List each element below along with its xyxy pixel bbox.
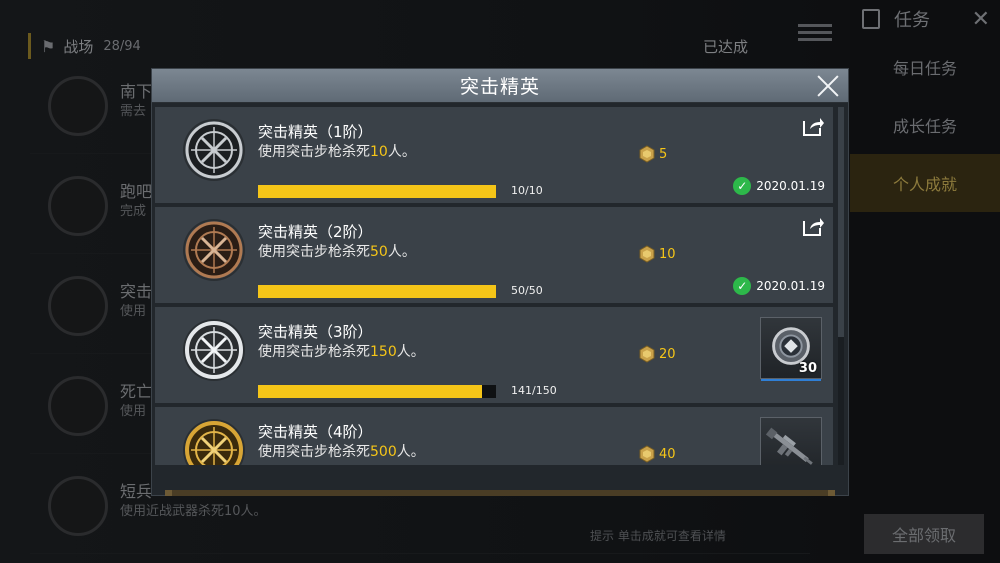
- close-button[interactable]: [812, 70, 844, 102]
- achievement-list[interactable]: 突击精英（1阶） 使用突击步枪杀死10人。 10/10 5 ✓ 2020.01.…: [155, 107, 833, 465]
- background-badge: [48, 376, 108, 436]
- achievement-badge-icon: [185, 121, 243, 179]
- achievement-title: 突击精英（4阶）: [258, 423, 373, 441]
- achievement-desc: 使用突击步枪杀死10人。: [258, 144, 416, 160]
- progress-text: 50/50: [511, 284, 543, 297]
- tab-daily: 每日任务: [892, 59, 957, 78]
- background-badge: [48, 176, 108, 236]
- claim-all-button: 全部领取: [864, 514, 984, 554]
- background-status-label: 已达成: [702, 37, 748, 56]
- coin-icon: [639, 245, 655, 263]
- background-row-title: 短兵: [120, 482, 153, 501]
- coin-icon: [639, 145, 655, 163]
- background-row-title: 突击: [120, 282, 153, 301]
- sidebar-title: 任务: [894, 10, 930, 31]
- reward: 5: [638, 145, 667, 163]
- close-icon: ✕: [971, 6, 990, 32]
- tab-growth: 成长任务: [892, 117, 957, 136]
- achievement-desc: 使用突击步枪杀死150人。: [258, 344, 425, 360]
- share-icon[interactable]: [801, 215, 825, 237]
- background-badge: [48, 476, 108, 536]
- background-row-desc: 使用近战武器杀死10人。: [120, 504, 267, 519]
- progress-bar: [258, 185, 496, 198]
- crosshair-rifles-icon: [185, 121, 243, 179]
- achievement-desc: 使用突击步枪杀死500人。: [258, 444, 425, 460]
- background-category-title: 战场: [63, 37, 94, 56]
- achievement-card-tier-3: 突击精英（3阶） 使用突击步枪杀死150人。 141/150 20 30: [155, 307, 833, 403]
- header-accent-bar: [28, 33, 31, 59]
- reward: 20: [638, 345, 676, 363]
- modal-title: 突击精英: [459, 76, 540, 98]
- background-footer-hint: 提示 单击成就可查看详情: [590, 529, 726, 543]
- reward-item-slot[interactable]: [760, 417, 822, 465]
- background-sidebar: 任务 ✕ 每日任务 成长任务 个人成就 全部领取: [850, 0, 1000, 563]
- crosshair-rifles-icon: [185, 221, 243, 279]
- achievement-card-tier-1: 突击精英（1阶） 使用突击步枪杀死10人。 10/10 5 ✓ 2020.01.…: [155, 107, 833, 203]
- background-badge: [48, 276, 108, 336]
- achievement-badge-icon: [185, 421, 243, 465]
- modal-header: 突击精英: [152, 69, 848, 103]
- check-icon: ✓: [733, 177, 752, 195]
- tab-personal-achievement: 个人成就: [850, 154, 1000, 212]
- share-icon[interactable]: [801, 115, 825, 137]
- crosshair-rifles-icon: [185, 421, 243, 465]
- sidebar-header: 任务 ✕: [850, 0, 1000, 38]
- crosshair-rifles-icon: [185, 321, 243, 379]
- menu-icon: [798, 24, 832, 44]
- reward-amount: 10: [659, 246, 676, 262]
- background-row-desc: 需去: [120, 104, 147, 119]
- background-category-count: 28/94: [103, 38, 141, 54]
- progress-text: 10/10: [511, 184, 543, 197]
- coin-icon: [639, 445, 655, 463]
- achievement-title: 突击精英（1阶）: [258, 123, 373, 141]
- background-row-title: 跑吧: [120, 182, 153, 201]
- item-quantity: 30: [798, 361, 817, 376]
- achievement-modal: 突击精英 突击精英（1阶） 使用突击步枪杀死10人。 10/10 5 ✓ 202…: [151, 68, 849, 496]
- rifle-icon: [765, 427, 813, 465]
- clipboard-icon: [862, 9, 880, 29]
- background-row-title: 南下: [120, 82, 153, 101]
- background-badge: [48, 76, 108, 136]
- background-row-desc: 使用: [120, 404, 147, 419]
- reward: 40: [638, 445, 676, 463]
- reward-item-slot[interactable]: 30: [760, 317, 822, 381]
- check-icon: ✓: [733, 277, 752, 295]
- progress-bar: [258, 385, 496, 398]
- scrollbar[interactable]: [838, 107, 844, 465]
- progress-bar: [258, 285, 496, 298]
- completion-date: ✓ 2020.01.19: [733, 177, 825, 195]
- achievement-desc: 使用突击步枪杀死50人。: [258, 244, 416, 260]
- background-row-desc: 使用: [120, 304, 147, 319]
- flag-icon: ⚑: [41, 36, 56, 56]
- achievement-title: 突击精英（2阶）: [258, 223, 373, 241]
- achievement-card-tier-4: 突击精英（4阶） 使用突击步枪杀死500人。 40: [155, 407, 833, 465]
- achievement-card-tier-2: 突击精英（2阶） 使用突击步枪杀死50人。 50/50 10 ✓ 2020.01…: [155, 207, 833, 303]
- achievement-title: 突击精英（3阶）: [258, 323, 373, 341]
- reward-amount: 40: [659, 446, 676, 462]
- reward-amount: 5: [659, 146, 668, 162]
- achievement-badge-icon: [185, 321, 243, 379]
- reward-amount: 20: [659, 346, 676, 362]
- item-highlight: [761, 379, 821, 381]
- background-row-title: 死亡: [120, 382, 153, 401]
- reward: 10: [638, 245, 676, 263]
- background-row-desc: 完成: [120, 204, 147, 219]
- progress-text: 141/150: [511, 384, 557, 397]
- coin-icon: [639, 345, 655, 363]
- completion-date: ✓ 2020.01.19: [733, 277, 825, 295]
- scrollbar-thumb[interactable]: [838, 107, 844, 337]
- achievement-badge-icon: [185, 221, 243, 279]
